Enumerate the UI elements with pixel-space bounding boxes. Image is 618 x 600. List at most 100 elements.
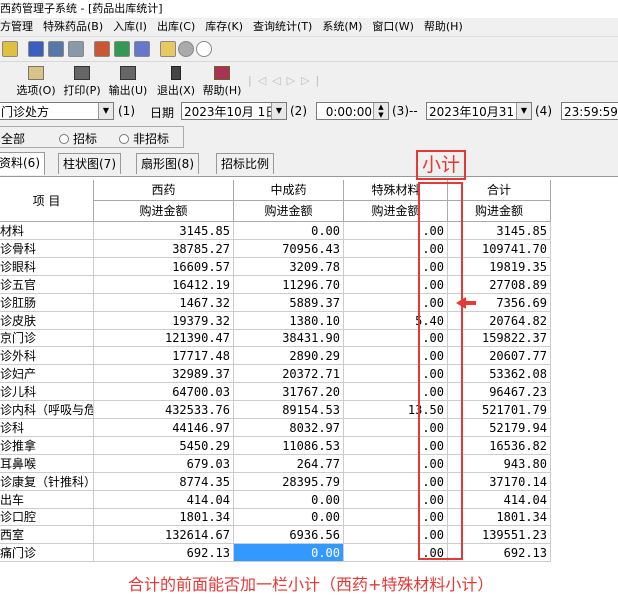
row-amount-c2[interactable]: 0.00: [234, 222, 344, 240]
row-amount-c1[interactable]: 38785.27: [94, 239, 234, 258]
truck-icon[interactable]: [68, 41, 84, 57]
options-button[interactable]: 选项(O): [16, 64, 56, 98]
help-button[interactable]: 帮助(H): [202, 64, 242, 98]
book-icon[interactable]: [134, 41, 150, 57]
row-amount-c1[interactable]: 5450.29: [94, 436, 234, 455]
time-from-spinner[interactable]: 0:00:00 ▲ ▼: [316, 102, 389, 120]
menu-item-prescription[interactable]: 方管理: [0, 20, 33, 33]
date-to-picker[interactable]: 2023年10月31日 ▼: [426, 102, 532, 120]
row-amount-c1[interactable]: 17717.48: [94, 347, 234, 366]
row-amount-c2[interactable]: 6936.56: [234, 526, 344, 545]
time-to-spinner[interactable]: 23:59:59: [561, 102, 618, 120]
row-amount-c4[interactable]: 109741.70: [448, 239, 551, 258]
export-button[interactable]: 输出(U): [108, 64, 148, 98]
row-amount-c2[interactable]: 0.00: [234, 508, 344, 527]
row-item-name[interactable]: 痛门诊: [0, 544, 94, 563]
table-row[interactable]: 诊内科（呼吸与危 432533.76 89154.53 13.50 521701.79: [0, 401, 552, 419]
row-amount-c1[interactable]: 679.03: [94, 454, 234, 473]
row-amount-c2[interactable]: 11086.53: [234, 436, 344, 455]
row-item-name[interactable]: 材料: [0, 222, 94, 240]
dept-select[interactable]: 门诊处方 ▼: [0, 102, 114, 120]
pm-icon[interactable]: [2, 41, 18, 57]
menu-item-stock-in[interactable]: 入库(I): [113, 20, 147, 33]
tab-bid-ratio[interactable]: 招标比例: [216, 153, 275, 174]
table-row[interactable]: 诊外科 17717.48 2890.29.00 20607.77: [0, 347, 552, 366]
row-item-name[interactable]: 诊五官: [0, 275, 94, 294]
table-row[interactable]: 诊儿科 64700.03 31767.20.00 96467.23: [0, 383, 552, 402]
row-amount-c1[interactable]: 44146.97: [94, 418, 234, 437]
chevron-down-icon[interactable]: ▼: [271, 103, 286, 119]
row-item-name[interactable]: 京门诊: [0, 329, 94, 348]
row-amount-c2[interactable]: 38431.90: [234, 329, 344, 348]
table-row[interactable]: 西室 132614.67 6936.56.00 139551.23: [0, 526, 552, 545]
row-item-name[interactable]: 诊眼科: [0, 257, 94, 276]
magnifier-icon[interactable]: [196, 41, 212, 57]
thermometer-icon[interactable]: [94, 41, 110, 57]
row-item-name[interactable]: 诊妇产: [0, 365, 94, 384]
menu-item-window[interactable]: 窗口(W): [372, 20, 413, 33]
row-amount-c2[interactable]: 11296.70: [234, 275, 344, 294]
tab-bar-chart[interactable]: 柱状图(7): [58, 153, 121, 174]
table-row[interactable]: 诊五官 16412.19 11296.70.00 27708.89: [0, 275, 552, 294]
row-amount-c4[interactable]: 53362.08: [448, 365, 551, 384]
menu-item-special-drugs[interactable]: 特殊药品(B): [43, 20, 103, 33]
spinner-icon[interactable]: ▲ ▼: [373, 103, 388, 119]
row-amount-c2[interactable]: 264.77: [234, 454, 344, 473]
row-amount-c4[interactable]: 521701.79: [448, 401, 551, 419]
row-amount-c2[interactable]: 20372.71: [234, 365, 344, 384]
row-amount-c4[interactable]: 27708.89: [448, 275, 551, 294]
row-amount-c4[interactable]: 96467.23: [448, 383, 551, 402]
date-from-picker[interactable]: 2023年10月 1日 ▼: [181, 102, 287, 120]
row-amount-c4[interactable]: 692.13: [448, 544, 551, 563]
row-amount-c2[interactable]: 2890.29: [234, 347, 344, 366]
table-row[interactable]: 出车 414.04 0.00.00 414.04: [0, 490, 552, 509]
row-amount-c1[interactable]: 414.04: [94, 490, 234, 509]
chevron-down-icon[interactable]: ▼: [516, 103, 531, 119]
row-amount-c4[interactable]: 20764.82: [448, 311, 551, 330]
row-amount-c4[interactable]: 19819.35: [448, 257, 551, 276]
row-item-name[interactable]: 出车: [0, 490, 94, 509]
row-amount-c1[interactable]: 132614.67: [94, 526, 234, 545]
row-amount-c4[interactable]: 20607.77: [448, 347, 551, 366]
table-row[interactable]: 材料 3145.85 0.00.00 3145.85: [0, 222, 552, 240]
table-row[interactable]: 诊皮肤 19379.32 1380.10 5.40 20764.82: [0, 311, 552, 330]
row-amount-c2[interactable]: 70956.43: [234, 239, 344, 258]
radio-all[interactable]: 全部: [1, 130, 25, 147]
menu-item-inventory[interactable]: 库存(K): [205, 20, 243, 33]
row-item-name[interactable]: 诊外科: [0, 347, 94, 366]
row-item-name[interactable]: 诊骨科: [0, 239, 94, 258]
row-amount-c1[interactable]: 16609.57: [94, 257, 234, 276]
row-amount-c2[interactable]: 0.00: [234, 490, 344, 509]
table-row[interactable]: 诊推拿 5450.29 11086.53.00 16536.82: [0, 436, 552, 455]
row-amount-c1[interactable]: 8774.35: [94, 472, 234, 491]
shape-icon[interactable]: [178, 41, 194, 57]
menu-item-help[interactable]: 帮助(H): [424, 20, 463, 33]
row-item-name[interactable]: 诊科: [0, 418, 94, 437]
table-row[interactable]: 诊科 44146.97 8032.97.00 52179.94: [0, 418, 552, 437]
table-row[interactable]: 痛门诊 692.13 0.00.00 692.13: [0, 544, 552, 563]
row-amount-c4[interactable]: 139551.23: [448, 526, 551, 545]
tab-data[interactable]: 资料(6): [0, 152, 45, 175]
table-row[interactable]: 耳鼻喉 679.03 264.77.00 943.80: [0, 454, 552, 473]
row-amount-c4[interactable]: 1801.34: [448, 508, 551, 527]
row-amount-c4[interactable]: 414.04: [448, 490, 551, 509]
bottle-icon[interactable]: [28, 41, 44, 57]
row-amount-c1[interactable]: 16412.19: [94, 275, 234, 294]
exit-button[interactable]: 退出(X): [156, 64, 196, 98]
row-amount-c4[interactable]: 52179.94: [448, 418, 551, 437]
row-amount-c1[interactable]: 432533.76: [94, 401, 234, 419]
row-item-name[interactable]: 诊推拿: [0, 436, 94, 455]
row-amount-c2[interactable]: 89154.53: [234, 401, 344, 419]
table-row[interactable]: 诊口腔 1801.34 0.00.00 1801.34: [0, 508, 552, 527]
chart-icon[interactable]: [114, 41, 130, 57]
table-row[interactable]: 京门诊 121390.47 38431.90.00 159822.37: [0, 329, 552, 348]
radio-non-bid[interactable]: 非招标: [119, 130, 169, 147]
cabinet-icon[interactable]: [48, 41, 64, 57]
row-amount-c1[interactable]: 19379.32: [94, 311, 234, 330]
row-amount-c1[interactable]: 64700.03: [94, 383, 234, 402]
row-amount-c4[interactable]: 16536.82: [448, 436, 551, 455]
row-amount-c1[interactable]: 121390.47: [94, 329, 234, 348]
chevron-down-icon[interactable]: ▼: [98, 103, 113, 119]
row-amount-c4[interactable]: 3145.85: [448, 222, 551, 240]
row-amount-c2[interactable]: 28395.79: [234, 472, 344, 491]
